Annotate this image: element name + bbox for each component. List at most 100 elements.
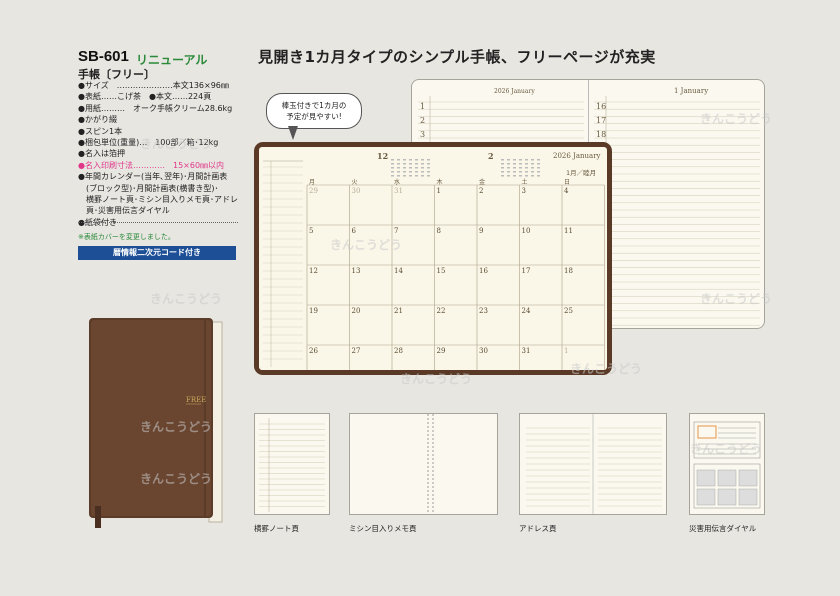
bubble-line: 予定が見やすい!	[286, 112, 342, 121]
mini-calendar-cell	[415, 175, 418, 177]
weekday-label: 日	[564, 179, 571, 186]
mini-calendar-cell	[525, 159, 528, 161]
bubble-line: 棒玉付きで1カ月の	[281, 101, 347, 110]
mini-calendar-cell	[501, 171, 504, 173]
mini-calendar-cell	[415, 167, 418, 169]
mini-calendar-cell	[519, 163, 522, 165]
mini-calendar-cell	[403, 175, 406, 177]
calendar-day: 30	[351, 187, 361, 195]
mini-calendar-cell	[513, 159, 516, 161]
mini-calendar-cell	[501, 163, 504, 165]
mini-calendar-cell	[415, 163, 418, 165]
mini-calendar-cell	[531, 163, 534, 165]
planner-page: 12 2 2026 January 1月／睦月 月火水木金土日 29 30 31 1 2…	[259, 147, 607, 370]
bubble-tail	[288, 126, 298, 140]
spec-line: ●かがり綴	[78, 115, 117, 125]
weekday-label: 月	[309, 179, 316, 186]
calendar-day: 16	[479, 267, 488, 275]
mini-calendar-cell	[519, 159, 522, 161]
calendar-day: 2	[479, 187, 484, 195]
mini-calendar-cell	[507, 159, 510, 161]
mini-calendar-cell	[531, 175, 534, 177]
spec-line: 頁･災害用伝言ダイヤル	[78, 206, 170, 216]
calendar-day: 31	[394, 187, 403, 195]
spec-line: ●名入は箔押	[78, 149, 125, 159]
mini-calendar-cell	[501, 159, 504, 161]
mini-calendar-cell	[391, 163, 394, 165]
spec-line: ●スピン1本	[78, 126, 123, 136]
day-label: 16	[596, 102, 607, 111]
calendar-day: 10	[521, 227, 531, 235]
mini-calendar-cell	[537, 167, 540, 169]
spec-line: 横罫ノート頁･ミシン目入りメモ頁･アドレス	[78, 195, 238, 205]
day-label: 1	[420, 102, 426, 111]
mini-calendar-cell	[513, 171, 516, 173]
calendar-day: 19	[309, 307, 318, 315]
mini-calendar-cell	[397, 163, 400, 165]
spread-right-month: 1 January	[674, 87, 709, 95]
mini-calendar-cell	[409, 175, 412, 177]
mini-calendar-cell	[427, 171, 430, 173]
calendar-day: 23	[479, 307, 488, 315]
mini-calendar-cell	[531, 167, 534, 169]
calendar-day: 5	[309, 227, 314, 235]
memo-perforation	[427, 414, 434, 514]
calendar-day: 13	[351, 267, 361, 275]
mini-calendar-cell	[427, 159, 430, 161]
calendar-day: 12	[309, 267, 318, 275]
calendar-day: 17	[521, 267, 531, 275]
mini-calendar-cell	[507, 175, 510, 177]
calendar-day: 1	[436, 187, 441, 195]
mini-calendar-cell	[397, 171, 400, 173]
notebook-cover-image: FREE	[89, 318, 223, 528]
planner-next-month: 2	[488, 151, 494, 161]
calendar-day: 20	[351, 307, 361, 315]
mini-calendar-cell	[525, 163, 528, 165]
planner-prev-month: 12	[377, 151, 389, 161]
mini-calendar-cell	[427, 163, 430, 165]
speech-bubble: 棒玉付きで1カ月の 予定が見やすい!	[266, 93, 362, 129]
mini-calendar-cell	[537, 159, 540, 161]
mini-calendar-cell	[525, 167, 528, 169]
weekday-label: 木	[436, 179, 443, 186]
spec-line: ●表紙……こげ茶 ●本文……224頁	[78, 92, 212, 102]
calendar-day: 25	[564, 307, 573, 315]
mini-calendar-cell	[421, 171, 424, 173]
weekday-label: 水	[394, 179, 401, 186]
divider	[78, 222, 238, 223]
spec-line: ●梱包単位(重量)… 100部／箱･12kg	[78, 138, 219, 148]
calendar-day: 31	[521, 347, 531, 355]
mini-calendar-cell	[537, 171, 540, 173]
mini-calendar-cell	[397, 167, 400, 169]
spread-left-month: 2026 January	[494, 88, 535, 95]
calendar-day: 30	[479, 347, 488, 355]
weekday-label: 火	[351, 179, 358, 186]
day-label: 3	[420, 130, 426, 139]
mini-calendar-cell	[537, 175, 540, 177]
mini-calendar-cell	[525, 171, 528, 173]
mini-calendar-cell	[519, 167, 522, 169]
spec-line: ●用紙……… オーク手帳クリーム28.6kg	[78, 103, 233, 113]
mini-calendar-cell	[421, 163, 424, 165]
spec-list: ●サイズ …………………本文136×96㎜ ●表紙……こげ茶 ●本文……224頁 ●…	[78, 80, 238, 228]
planner-year-month: 2026 January	[553, 152, 601, 160]
caption-memo: ミシン目入りメモ頁	[349, 524, 417, 533]
mini-calendar-cell	[421, 167, 424, 169]
disaster-dial-content	[693, 421, 761, 509]
perforated-memo-page-thumb	[349, 413, 498, 515]
mini-calendar-cell	[409, 163, 412, 165]
spec-line: ●年間カレンダー(当年､翌年)･月間計画表	[78, 172, 228, 182]
mini-calendar-cell	[391, 167, 394, 169]
mini-calendar-cell	[415, 171, 418, 173]
calendar-day: 15	[436, 267, 446, 275]
ruled-note-page-thumb	[254, 413, 330, 515]
ruled-lines	[259, 418, 325, 512]
mini-calendar-cell	[427, 167, 430, 169]
mini-calendar-cell	[531, 159, 534, 161]
mini-calendar-cell	[507, 163, 510, 165]
day-label: 17	[596, 116, 607, 125]
weekday-label: 土	[521, 179, 528, 186]
cover-free-text: FREE	[186, 396, 206, 404]
mini-calendar-cell	[409, 167, 412, 169]
calendar-day: 4	[564, 187, 569, 195]
